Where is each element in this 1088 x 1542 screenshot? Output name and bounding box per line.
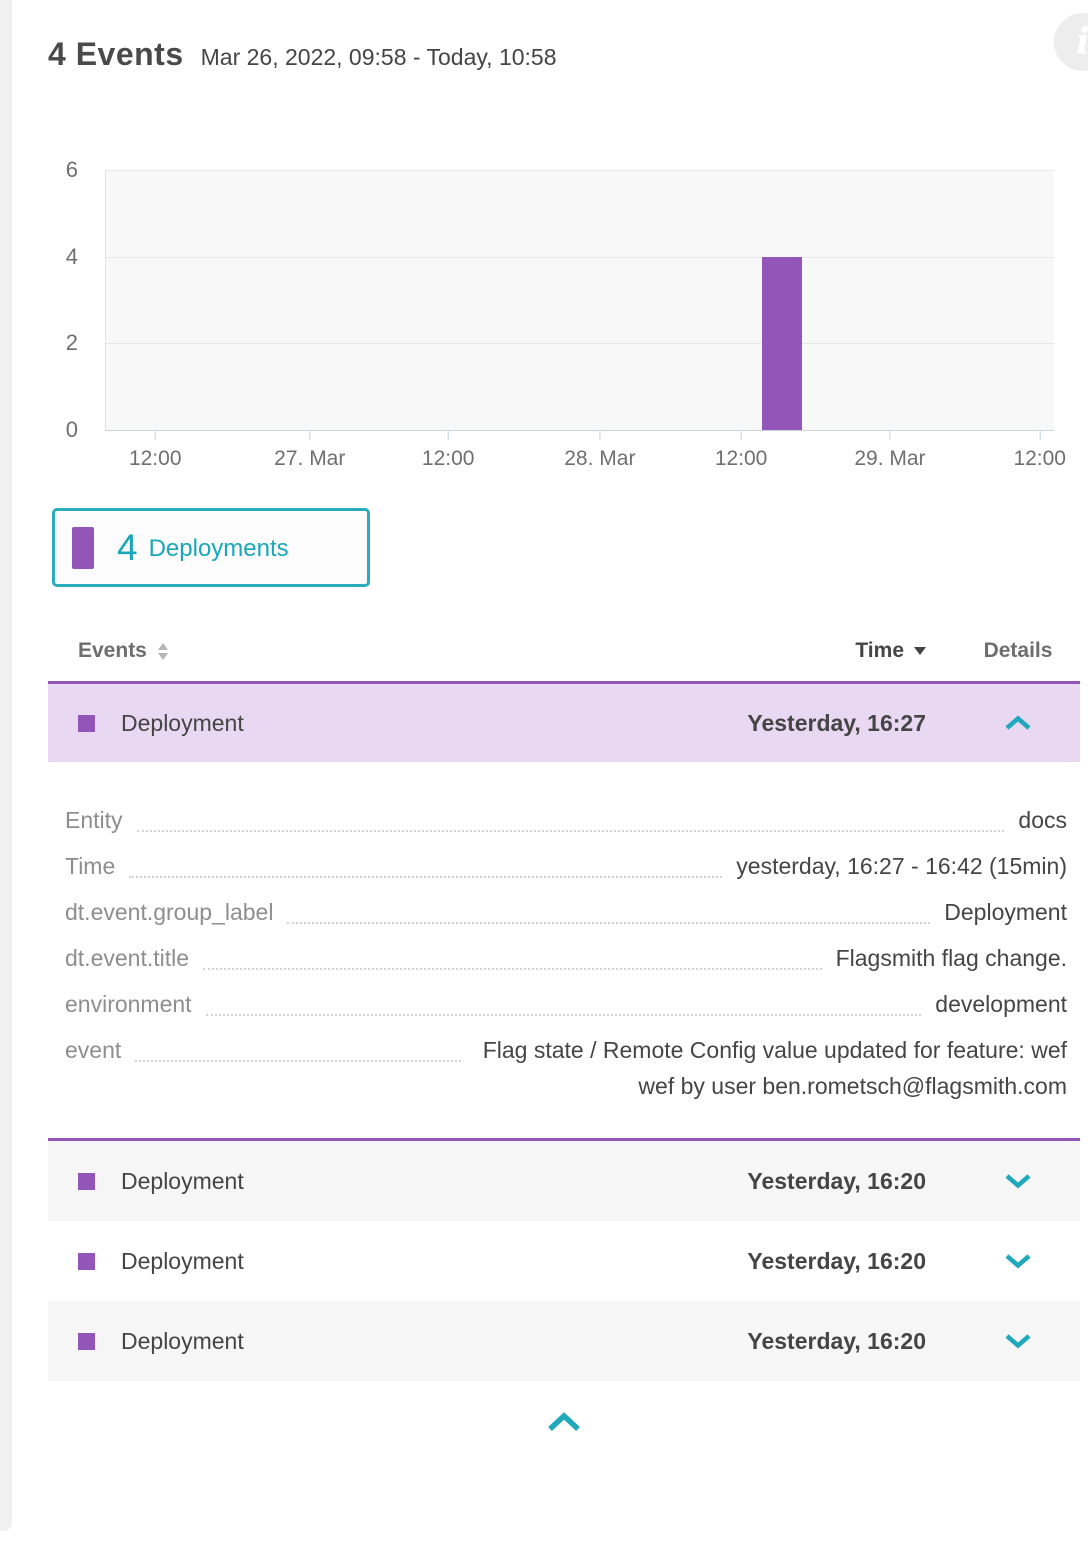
event-type: Deployment bbox=[121, 1248, 747, 1275]
x-tick: 27. Mar bbox=[274, 431, 345, 471]
dotted-leader bbox=[203, 940, 822, 970]
detail-key: event bbox=[65, 1032, 121, 1068]
detail-value: Flag state / Remote Config value updated… bbox=[475, 1032, 1067, 1104]
chart-plot-area bbox=[105, 170, 1054, 431]
detail-key: Time bbox=[65, 848, 115, 884]
detail-row: dt.event.group_label Deployment bbox=[65, 894, 1067, 930]
events-table: Events Time Details Deployment Yesterday… bbox=[48, 632, 1080, 1433]
detail-row: environment development bbox=[65, 986, 1067, 1022]
event-time: Yesterday, 16:20 bbox=[747, 1168, 926, 1195]
tick-mark bbox=[309, 431, 310, 440]
header: 4 Events Mar 26, 2022, 09:58 - Today, 10… bbox=[48, 36, 557, 73]
chevron-down-icon bbox=[1003, 1173, 1033, 1189]
events-chart: 6 4 2 0 12:00 27. Mar 12:00 28. Mar 12:0… bbox=[0, 170, 1088, 490]
detail-row: event Flag state / Remote Config value u… bbox=[65, 1032, 1067, 1104]
table-row[interactable]: Deployment Yesterday, 16:20 bbox=[48, 1221, 1080, 1301]
x-tick: 12:00 bbox=[129, 431, 182, 471]
dotted-leader bbox=[135, 1032, 461, 1062]
gridline bbox=[106, 257, 1054, 258]
table-header: Events Time Details bbox=[48, 632, 1080, 670]
deployment-marker-icon bbox=[78, 1173, 95, 1190]
x-tick: 29. Mar bbox=[854, 431, 925, 471]
column-header-events[interactable]: Events bbox=[78, 639, 855, 663]
event-time: Yesterday, 16:20 bbox=[747, 1328, 926, 1355]
detail-value: yesterday, 16:27 - 16:42 (15min) bbox=[736, 848, 1067, 884]
event-details: Entity docs Time yesterday, 16:27 - 16:4… bbox=[48, 762, 1080, 1138]
tick-mark bbox=[741, 431, 742, 440]
events-panel: i 4 Events Mar 26, 2022, 09:58 - Today, … bbox=[0, 0, 1088, 1542]
gridline bbox=[106, 343, 1054, 344]
column-header-time[interactable]: Time bbox=[855, 639, 926, 663]
table-row-expanded[interactable]: Deployment Yesterday, 16:27 bbox=[48, 684, 1080, 762]
x-tick: 12:00 bbox=[422, 431, 475, 471]
y-tick-label: 2 bbox=[66, 330, 78, 356]
x-axis: 12:00 27. Mar 12:00 28. Mar 12:00 29. Ma… bbox=[105, 431, 1053, 487]
expand-button[interactable] bbox=[956, 1253, 1080, 1269]
tick-mark bbox=[889, 431, 890, 440]
sort-desc-icon bbox=[914, 647, 926, 655]
sort-arrows-icon bbox=[158, 643, 168, 660]
event-type: Deployment bbox=[121, 1328, 747, 1355]
deployment-marker-icon bbox=[78, 715, 95, 732]
collapse-panel-button[interactable] bbox=[48, 1411, 1080, 1433]
dotted-leader bbox=[287, 894, 930, 924]
dotted-leader bbox=[206, 986, 922, 1016]
y-tick-label: 4 bbox=[66, 244, 78, 270]
table-row[interactable]: Deployment Yesterday, 16:20 bbox=[48, 1301, 1080, 1381]
deployment-marker-icon bbox=[78, 1333, 95, 1350]
dotted-leader bbox=[137, 802, 1005, 832]
detail-key: environment bbox=[65, 986, 192, 1022]
chevron-down-icon bbox=[1003, 1253, 1033, 1269]
legend-deployments-toggle[interactable]: 4 Deployments bbox=[52, 508, 370, 587]
chart-bar-deployments[interactable] bbox=[762, 257, 802, 430]
event-type: Deployment bbox=[121, 710, 747, 737]
detail-row: Entity docs bbox=[65, 802, 1067, 838]
expand-button[interactable] bbox=[956, 1173, 1080, 1189]
event-time: Yesterday, 16:27 bbox=[747, 710, 926, 737]
chevron-up-icon bbox=[1003, 715, 1033, 731]
expanded-event-block: Deployment Yesterday, 16:27 Entity docs … bbox=[48, 681, 1080, 1141]
time-range: Mar 26, 2022, 09:58 - Today, 10:58 bbox=[201, 44, 557, 71]
legend-label: Deployments bbox=[149, 535, 289, 563]
tick-mark bbox=[1039, 431, 1040, 440]
column-header-details: Details bbox=[956, 639, 1080, 663]
x-tick: 28. Mar bbox=[564, 431, 635, 471]
legend-count: 4 bbox=[117, 527, 138, 569]
x-tick: 12:00 bbox=[715, 431, 768, 471]
expand-button[interactable] bbox=[956, 1333, 1080, 1349]
detail-value: development bbox=[935, 986, 1067, 1022]
deployments-swatch-icon bbox=[72, 527, 94, 569]
x-tick: 12:00 bbox=[1013, 431, 1066, 471]
detail-row: dt.event.title Flagsmith flag change. bbox=[65, 940, 1067, 976]
detail-row: Time yesterday, 16:27 - 16:42 (15min) bbox=[65, 848, 1067, 884]
detail-key: dt.event.group_label bbox=[65, 894, 273, 930]
chevron-down-icon bbox=[1003, 1333, 1033, 1349]
tick-mark bbox=[155, 431, 156, 440]
event-time: Yesterday, 16:20 bbox=[747, 1248, 926, 1275]
collapse-button[interactable] bbox=[956, 715, 1080, 731]
detail-value: Flagsmith flag change. bbox=[836, 940, 1067, 976]
tick-mark bbox=[599, 431, 600, 440]
table-row[interactable]: Deployment Yesterday, 16:20 bbox=[48, 1141, 1080, 1221]
deployment-marker-icon bbox=[78, 1253, 95, 1270]
y-tick-label: 6 bbox=[66, 157, 78, 183]
dotted-leader bbox=[129, 848, 722, 878]
y-tick-label: 0 bbox=[66, 417, 78, 443]
event-type: Deployment bbox=[121, 1168, 747, 1195]
info-icon[interactable]: i bbox=[1054, 13, 1088, 71]
detail-key: Entity bbox=[65, 802, 123, 838]
detail-value: docs bbox=[1018, 802, 1067, 838]
y-axis: 6 4 2 0 bbox=[0, 170, 88, 430]
detail-key: dt.event.title bbox=[65, 940, 189, 976]
tick-mark bbox=[448, 431, 449, 440]
chevron-up-icon bbox=[545, 1411, 583, 1433]
detail-value: Deployment bbox=[944, 894, 1067, 930]
gridline bbox=[106, 170, 1054, 171]
page-title: 4 Events bbox=[48, 36, 184, 73]
